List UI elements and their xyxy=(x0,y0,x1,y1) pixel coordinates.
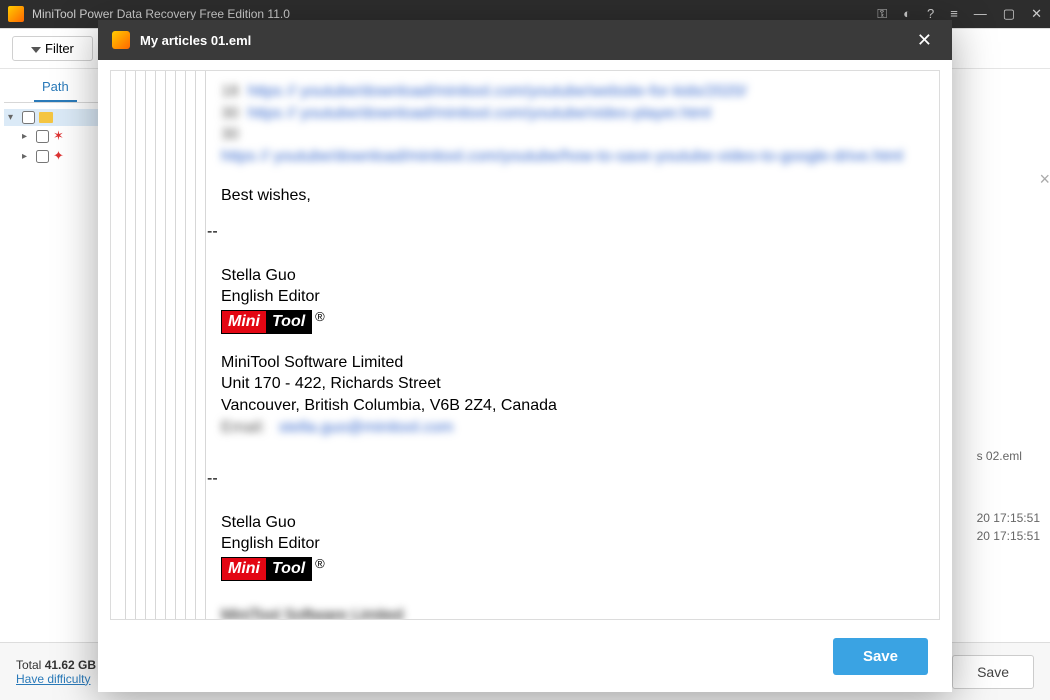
logo-tool: Tool xyxy=(266,558,311,580)
link-blurred: https // youtube/download/minitool.com/y… xyxy=(248,103,711,125)
minitool-logo: Mini Tool xyxy=(221,310,312,334)
sig-addr1: Unit 170 - 422, Richards Street xyxy=(221,373,923,395)
sig-role: English Editor xyxy=(221,533,923,555)
modal-titlebar: My articles 01.eml ✕ xyxy=(98,20,952,60)
email-value-blurred: stella.guo@minitool.com xyxy=(279,417,454,439)
modal-body: 18 https // youtube/download/minitool.co… xyxy=(98,60,952,620)
minimize-icon[interactable]: — xyxy=(974,6,987,22)
file-info: s 02.eml 20 17:15:51 20 17:15:51 xyxy=(977,449,1040,547)
email-label-blurred: Email: xyxy=(221,417,265,439)
tree-checkbox[interactable] xyxy=(22,111,35,124)
link-num: 30 xyxy=(221,124,239,146)
preview-modal: My articles 01.eml ✕ 18 https // youtube… xyxy=(98,20,952,692)
total-label: Total xyxy=(16,658,45,672)
separator: -- xyxy=(207,468,923,490)
modal-title: My articles 01.eml xyxy=(140,33,911,48)
sig-addr2: Vancouver, British Columbia, V6B 2Z4, Ca… xyxy=(221,395,923,417)
logo-mini: Mini xyxy=(222,311,266,333)
modal-app-icon xyxy=(112,31,130,49)
registered-mark: ® xyxy=(315,556,325,571)
item-icon: ✦ xyxy=(53,148,64,164)
chevron-down-icon[interactable]: ▾ xyxy=(8,112,18,123)
modal-close-icon[interactable]: ✕ xyxy=(911,26,938,55)
maximize-icon[interactable]: ▢ xyxy=(1003,6,1015,22)
sig-company: MiniTool Software Limited xyxy=(221,352,923,374)
file-date: 20 17:15:51 xyxy=(977,511,1040,525)
modal-footer: Save xyxy=(98,620,952,692)
file-date: 20 17:15:51 xyxy=(977,529,1040,543)
chevron-right-icon[interactable]: ▸ xyxy=(22,151,32,162)
sig-company-blurred: MiniTool Software Limited xyxy=(221,605,923,620)
best-wishes: Best wishes, xyxy=(221,185,923,207)
sig-name: Stella Guo xyxy=(221,265,923,287)
link-blurred: https // youtube/download/minitool.com/y… xyxy=(221,146,903,168)
minitool-logo: Mini Tool xyxy=(221,557,312,581)
tab-path[interactable]: Path xyxy=(34,75,77,102)
app-icon xyxy=(8,6,24,22)
filter-icon xyxy=(31,47,41,53)
item-icon: ✶ xyxy=(53,128,64,144)
logo-mini: Mini xyxy=(222,558,266,580)
email-content: 18 https // youtube/download/minitool.co… xyxy=(111,71,939,620)
link-num: 30 xyxy=(221,103,239,125)
registered-mark: ® xyxy=(315,309,325,324)
help-link[interactable]: Have difficulty xyxy=(16,672,90,686)
logo-tool: Tool xyxy=(266,311,311,333)
close-icon[interactable]: ✕ xyxy=(1031,6,1042,22)
app-title: MiniTool Power Data Recovery Free Editio… xyxy=(32,7,877,21)
panel-close-icon[interactable]: × xyxy=(1039,169,1050,190)
filter-label: Filter xyxy=(45,41,74,56)
separator: -- xyxy=(207,221,923,243)
filter-button[interactable]: Filter xyxy=(12,36,93,61)
sig-role: English Editor xyxy=(221,286,923,308)
folder-icon xyxy=(39,112,53,123)
file-name: s 02.eml xyxy=(977,449,1040,463)
save-button-back[interactable]: Save xyxy=(952,655,1034,689)
save-button[interactable]: Save xyxy=(833,638,928,675)
tree-checkbox[interactable] xyxy=(36,150,49,163)
link-blurred: https // youtube/download/minitool.com/y… xyxy=(248,81,747,103)
total-value: 41.62 GB xyxy=(45,658,96,672)
preview-frame[interactable]: 18 https // youtube/download/minitool.co… xyxy=(110,70,940,620)
chevron-right-icon[interactable]: ▸ xyxy=(22,131,32,142)
tree-checkbox[interactable] xyxy=(36,130,49,143)
link-num: 18 xyxy=(221,81,239,103)
sig-name: Stella Guo xyxy=(221,512,923,534)
